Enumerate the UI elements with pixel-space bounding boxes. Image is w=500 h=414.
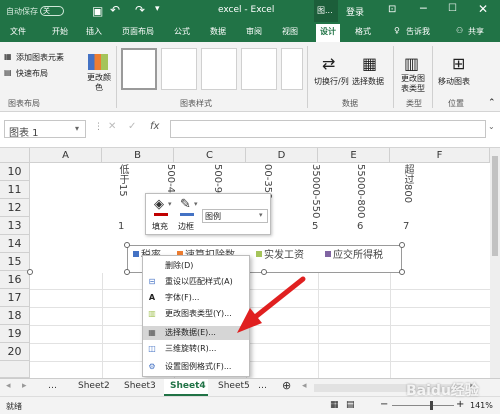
page-layout-view-icon[interactable]: ▤ [346,400,355,410]
more-sheets-icon[interactable]: … [48,381,57,391]
prev-sheet-icon[interactable]: ◂ [6,381,11,391]
zoom-level[interactable]: 141% [470,401,493,410]
add-sheet-icon[interactable]: ⊕ [282,379,291,392]
normal-view-icon[interactable]: ▦ [330,400,339,410]
baidu-watermark: Baidu经验 [406,383,479,399]
zoom-slider-thumb[interactable] [430,401,433,410]
sheet-tab[interactable]: Sheet2 [78,381,110,391]
sheet-tab[interactable]: Sheet3 [124,381,156,391]
status-ready: 就绪 [6,402,22,411]
next-sheet-icon[interactable]: ▸ [22,381,27,391]
zoom-slider[interactable] [392,405,454,406]
sheet-tab-label: Sheet4 [170,381,206,391]
red-arrow-annotation [237,276,306,333]
hscroll-left-icon[interactable]: ◂ [302,381,307,391]
sheet-tab[interactable]: Sheet5 [218,381,250,391]
sheet-tab-active[interactable]: Sheet4 [164,379,208,396]
more-sheets-icon[interactable]: … [258,381,267,391]
zoom-out-icon[interactable]: − [380,399,388,410]
zoom-in-icon[interactable]: + [456,399,464,410]
